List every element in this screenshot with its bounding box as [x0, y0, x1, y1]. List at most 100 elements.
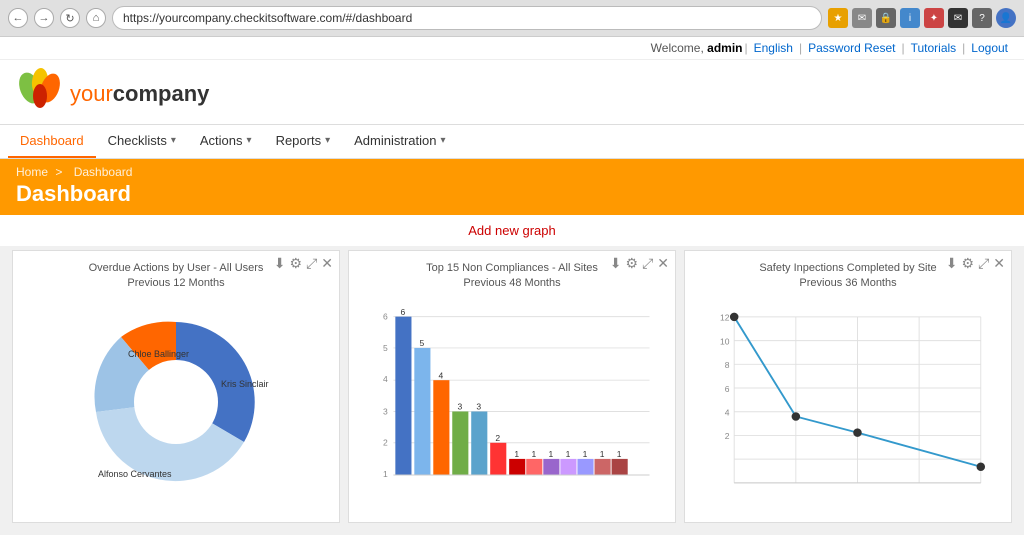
ext-icon-6[interactable]: ✉ — [948, 8, 968, 28]
svg-text:1: 1 — [383, 469, 388, 479]
bar-close-icon[interactable]: ✕ — [657, 255, 669, 272]
browser-toolbar: ← → ↻ ⌂ https://yourcompany.checkitsoftw… — [0, 0, 1024, 36]
sep4: | — [962, 41, 965, 55]
ext-icon-3[interactable]: 🔒 — [876, 8, 896, 28]
nav-bar: Dashboard Checklists ▾ Actions ▾ Reports… — [0, 124, 1024, 159]
breadcrumb-current: Dashboard — [74, 165, 133, 179]
svg-text:3: 3 — [457, 401, 462, 411]
bar-settings-icon[interactable]: ⚙ — [626, 255, 639, 272]
tutorials-link[interactable]: Tutorials — [911, 41, 957, 55]
svg-text:2: 2 — [725, 431, 730, 441]
bar-expand-icon[interactable]: ⤢ — [642, 255, 653, 272]
add-graph-button[interactable]: Add new graph — [468, 223, 555, 238]
back-button[interactable]: ← — [8, 8, 28, 28]
donut-toolbar: ⬇ ⚙ ⤢ ✕ — [274, 255, 333, 272]
svg-text:1: 1 — [583, 449, 588, 459]
donut-expand-icon[interactable]: ⤢ — [306, 255, 317, 272]
donut-svg: Kris Sinclair Chloe Ballinger Alfonso Ce… — [66, 302, 286, 502]
url-text: https://yourcompany.checkitsoftware.com/… — [123, 11, 412, 25]
bar-download-icon[interactable]: ⬇ — [610, 255, 622, 272]
password-reset-link[interactable]: Password Reset — [808, 41, 895, 55]
line-close-icon[interactable]: ✕ — [993, 255, 1005, 272]
svg-text:12: 12 — [720, 312, 730, 322]
english-link[interactable]: English — [754, 41, 793, 55]
line-chart: 12 10 8 6 4 2 — [685, 292, 1011, 522]
svg-text:1: 1 — [617, 449, 622, 459]
donut-chart: Kris Sinclair Chloe Ballinger Alfonso Ce… — [13, 292, 339, 512]
donut-close-icon[interactable]: ✕ — [321, 255, 333, 272]
donut-settings-icon[interactable]: ⚙ — [290, 255, 303, 272]
refresh-button[interactable]: ↻ — [60, 8, 80, 28]
line-chart-panel: ⬇ ⚙ ⤢ ✕ Safety Inpections Completed by S… — [684, 250, 1012, 523]
svg-text:1: 1 — [514, 449, 519, 459]
sep3: | — [901, 41, 904, 55]
sep2: | — [799, 41, 802, 55]
svg-text:6: 6 — [725, 384, 730, 394]
bar-chart: 6 5 4 3 2 1 6 5 4 — [349, 292, 675, 522]
sep1: | — [744, 41, 747, 55]
svg-text:6: 6 — [401, 307, 406, 317]
reports-arrow: ▾ — [325, 135, 330, 146]
breadcrumb: Home > Dashboard — [16, 165, 1008, 179]
svg-text:8: 8 — [725, 360, 730, 370]
donut-download-icon[interactable]: ⬇ — [274, 255, 286, 272]
nav-actions[interactable]: Actions ▾ — [188, 125, 264, 158]
browser-chrome: ← → ↻ ⌂ https://yourcompany.checkitsoftw… — [0, 0, 1024, 37]
line-toolbar: ⬇ ⚙ ⤢ ✕ — [946, 255, 1005, 272]
nav-dashboard[interactable]: Dashboard — [8, 125, 96, 158]
logo-area: yourcompany — [0, 60, 1024, 124]
nav-administration[interactable]: Administration ▾ — [342, 125, 457, 158]
svg-text:2: 2 — [495, 433, 500, 443]
charts-container: ⬇ ⚙ ⤢ ✕ Overdue Actions by User - All Us… — [0, 246, 1024, 535]
logo-text: yourcompany — [70, 81, 209, 107]
logo-your: your — [70, 81, 113, 106]
ext-icon-2[interactable]: ✉ — [852, 8, 872, 28]
svg-text:5: 5 — [383, 343, 388, 353]
add-graph-bar: Add new graph — [0, 215, 1024, 246]
page-content: Welcome, admin | English | Password Rese… — [0, 37, 1024, 535]
logo-flame-icon — [16, 68, 64, 120]
breadcrumb-home[interactable]: Home — [16, 165, 48, 179]
address-bar[interactable]: https://yourcompany.checkitsoftware.com/… — [112, 6, 822, 30]
user-avatar[interactable]: 👤 — [996, 8, 1016, 28]
svg-text:4: 4 — [725, 407, 730, 417]
ext-icon-1[interactable]: ★ — [828, 8, 848, 28]
welcome-text: Welcome, — [651, 41, 704, 55]
alfonso-label: Alfonso Cervantes — [98, 469, 172, 479]
svg-text:10: 10 — [720, 336, 730, 346]
breadcrumb-section: Home > Dashboard Dashboard — [0, 159, 1024, 215]
bar-toolbar: ⬇ ⚙ ⤢ ✕ — [610, 255, 669, 272]
actions-arrow: ▾ — [247, 135, 252, 146]
donut-chart-panel: ⬇ ⚙ ⤢ ✕ Overdue Actions by User - All Us… — [12, 250, 340, 523]
svg-text:2: 2 — [383, 437, 388, 447]
breadcrumb-separator: > — [55, 165, 62, 179]
svg-text:1: 1 — [549, 449, 554, 459]
svg-text:3: 3 — [383, 406, 388, 416]
top-bar: Welcome, admin | English | Password Rese… — [0, 37, 1024, 60]
svg-text:6: 6 — [383, 311, 388, 321]
nav-reports[interactable]: Reports ▾ — [264, 125, 343, 158]
chloe-label: Chloe Ballinger — [128, 349, 189, 359]
svg-text:5: 5 — [420, 338, 425, 348]
forward-button[interactable]: → — [34, 8, 54, 28]
bar-chart-panel: ⬇ ⚙ ⤢ ✕ Top 15 Non Compliances - All Sit… — [348, 250, 676, 523]
ext-icon-4[interactable]: i — [900, 8, 920, 28]
line-expand-icon[interactable]: ⤢ — [978, 255, 989, 272]
line-download-icon[interactable]: ⬇ — [946, 255, 958, 272]
browser-extension-icons: ★ ✉ 🔒 i ✦ ✉ ? 👤 — [828, 8, 1016, 28]
logo-container: yourcompany — [16, 68, 1008, 120]
ext-icon-5[interactable]: ✦ — [924, 8, 944, 28]
admin-arrow: ▾ — [441, 135, 446, 146]
logout-link[interactable]: Logout — [971, 41, 1008, 55]
svg-text:4: 4 — [383, 374, 388, 384]
username: admin — [707, 41, 742, 55]
bar-svg: 6 5 4 3 2 1 6 5 4 — [365, 302, 659, 502]
nav-checklists[interactable]: Checklists ▾ — [96, 125, 188, 158]
line-svg: 12 10 8 6 4 2 — [701, 302, 995, 512]
svg-text:1: 1 — [600, 449, 605, 459]
ext-icon-7[interactable]: ? — [972, 8, 992, 28]
logo-company: company — [113, 81, 210, 106]
svg-text:1: 1 — [566, 449, 571, 459]
line-settings-icon[interactable]: ⚙ — [962, 255, 975, 272]
home-button[interactable]: ⌂ — [86, 8, 106, 28]
